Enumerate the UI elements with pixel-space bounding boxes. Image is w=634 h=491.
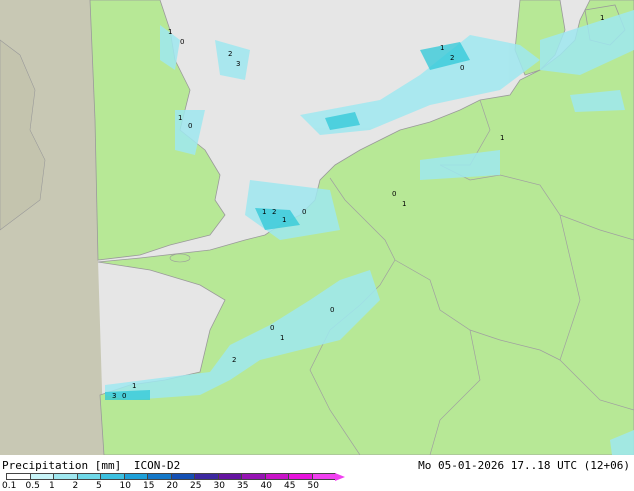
legend-model: ICON-D2 bbox=[133, 459, 181, 472]
svg-text:1: 1 bbox=[168, 28, 172, 36]
svg-text:1: 1 bbox=[280, 334, 284, 342]
valid-time: Mo 05-01-2026 17..18 UTC (12+06) bbox=[418, 459, 630, 472]
svg-text:1: 1 bbox=[500, 134, 504, 142]
svg-text:0: 0 bbox=[270, 324, 274, 332]
colorbar-segment bbox=[241, 473, 266, 480]
precipitation-map: 1 0 2 3 1 0 1 2 1 0 0 1 1 2 0 1 3 0 1 0 … bbox=[0, 0, 634, 455]
colorbar-segment bbox=[147, 473, 172, 480]
colorbar-segment bbox=[288, 473, 313, 480]
isle-of-wight bbox=[169, 253, 191, 263]
svg-text:1: 1 bbox=[600, 14, 604, 22]
svg-text:1: 1 bbox=[440, 44, 444, 52]
colorbar-segment bbox=[29, 473, 54, 480]
svg-text:1: 1 bbox=[178, 114, 182, 122]
colorbar-segment bbox=[170, 473, 195, 480]
colorbar-segment bbox=[76, 473, 101, 480]
svg-text:2: 2 bbox=[272, 208, 276, 216]
legend-variable: Precipitation [mm] bbox=[2, 459, 122, 472]
svg-text:1: 1 bbox=[132, 382, 136, 390]
svg-text:2: 2 bbox=[232, 356, 236, 364]
colorbar-arrow bbox=[335, 473, 345, 481]
svg-text:3: 3 bbox=[236, 60, 240, 68]
colorbar-segment bbox=[53, 473, 78, 480]
svg-text:2: 2 bbox=[450, 54, 454, 62]
svg-text:0: 0 bbox=[460, 64, 464, 72]
svg-text:1: 1 bbox=[282, 216, 286, 224]
colorbar-segment bbox=[100, 473, 125, 480]
svg-text:0: 0 bbox=[302, 208, 306, 216]
svg-text:0: 0 bbox=[392, 190, 396, 198]
svg-text:0: 0 bbox=[188, 122, 192, 130]
svg-text:1: 1 bbox=[262, 208, 266, 216]
svg-text:0: 0 bbox=[122, 392, 126, 400]
svg-text:2: 2 bbox=[228, 50, 232, 58]
colorbar-segment bbox=[194, 473, 219, 480]
colorbar-segment bbox=[6, 473, 31, 480]
colorbar-segment bbox=[217, 473, 242, 480]
colorbar-segment bbox=[123, 473, 148, 480]
svg-text:3: 3 bbox=[112, 392, 116, 400]
svg-text:0: 0 bbox=[330, 306, 334, 314]
svg-text:1: 1 bbox=[402, 200, 406, 208]
colorbar-segment bbox=[311, 473, 336, 480]
svg-text:0: 0 bbox=[180, 38, 184, 46]
legend-title: Precipitation [mm] ICON-D2 bbox=[2, 459, 180, 472]
colorbar-segment bbox=[264, 473, 289, 480]
